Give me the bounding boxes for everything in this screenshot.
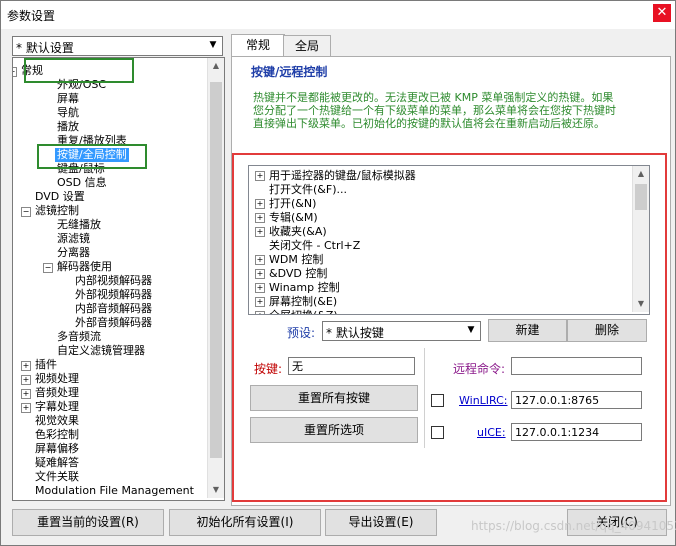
collapse-icon[interactable]: − (21, 207, 31, 217)
tree-item[interactable]: 源滤镜 (57, 232, 90, 246)
init-all-button[interactable]: 初始化所有设置(I) (169, 509, 321, 536)
tree-item[interactable]: 插件 (35, 358, 57, 372)
uice-checkbox[interactable] (431, 426, 444, 439)
tab-global[interactable]: 全局 (283, 35, 331, 56)
command-item[interactable]: WDM 控制 (269, 253, 323, 266)
tree-item[interactable]: 音频处理 (35, 386, 79, 400)
hotkey-label: 按键: (254, 362, 283, 376)
new-button[interactable]: 新建 (488, 319, 567, 342)
tree-scrollbar[interactable]: ▲ ▼ (207, 58, 224, 498)
expand-icon[interactable]: + (255, 213, 265, 223)
tree-item[interactable]: 自定义滤镜管理器 (57, 344, 145, 358)
tree-item[interactable]: 视觉效果 (35, 414, 79, 428)
tree-item[interactable]: 色彩控制 (35, 428, 79, 442)
expand-icon[interactable]: + (255, 269, 265, 279)
expand-icon[interactable]: + (255, 311, 265, 314)
divider (424, 348, 425, 448)
winlirc-address-input[interactable]: 127.0.0.1:8765 (511, 391, 642, 409)
expand-icon[interactable]: + (255, 297, 265, 307)
command-item[interactable]: 用于遥控器的键盘/鼠标模拟器 (269, 169, 416, 182)
expand-icon[interactable]: + (255, 283, 265, 293)
reset-current-button[interactable]: 重置当前的设置(R) (12, 509, 164, 536)
scroll-up-icon[interactable]: ▲ (633, 166, 649, 182)
key-preset-value: * 默认按键 (326, 326, 384, 340)
winlirc-link[interactable]: WinLIRC: (459, 394, 508, 407)
highlight-general (24, 58, 134, 83)
winlirc-checkbox[interactable] (431, 394, 444, 407)
tree-item[interactable]: Modulation File Management (35, 484, 194, 498)
tree-item[interactable]: 滤镜控制 (35, 204, 79, 218)
reset-all-keys-button[interactable]: 重置所有按键 (250, 385, 418, 411)
watermark: https://blog.csdn.net/qq_40941053 (471, 519, 676, 533)
tree-item[interactable]: 导航 (57, 106, 79, 120)
delete-button[interactable]: 删除 (567, 319, 647, 342)
tree-item[interactable]: 视频处理 (35, 372, 79, 386)
settings-tree[interactable]: −常规外观/OSC屏幕导航播放重复/播放列表按键/全局控制键盘/鼠标OSD 信息… (12, 57, 225, 501)
reset-selected-button[interactable]: 重置所选项 (250, 417, 418, 443)
chevron-down-icon[interactable]: ▼ (206, 38, 220, 52)
command-scrollbar[interactable]: ▲ ▼ (632, 166, 649, 312)
remote-command-input[interactable] (511, 357, 642, 375)
expand-icon[interactable]: + (255, 255, 265, 265)
key-preset-combo[interactable]: * 默认按键 ▼ (322, 321, 481, 341)
preset-combo-value: * 默认设置 (16, 41, 74, 55)
remote-command-label: 远程命令: (453, 362, 506, 376)
expand-icon[interactable]: + (255, 199, 265, 209)
command-item[interactable]: 关闭文件 - Ctrl+Z (269, 239, 360, 252)
tree-item[interactable]: 字幕处理 (35, 400, 79, 414)
command-item[interactable]: &DVD 控制 (269, 267, 327, 280)
scroll-down-icon[interactable]: ▼ (633, 296, 649, 312)
collapse-icon[interactable]: − (43, 263, 53, 273)
collapse-icon[interactable]: − (13, 67, 17, 77)
export-button[interactable]: 导出设置(E) (325, 509, 437, 536)
command-item[interactable]: 打开文件(&F)... (269, 183, 347, 196)
tree-item[interactable]: 多音频流 (57, 330, 101, 344)
uice-address-input[interactable]: 127.0.0.1:1234 (511, 423, 642, 441)
tree-item[interactable]: DVD 设置 (35, 190, 85, 204)
tree-item[interactable]: 文件关联 (35, 470, 79, 484)
expand-icon[interactable]: + (21, 375, 31, 385)
expand-icon[interactable]: + (21, 361, 31, 371)
scroll-down-icon[interactable]: ▼ (208, 482, 224, 498)
scroll-thumb[interactable] (210, 82, 222, 458)
uice-link[interactable]: uICE: (477, 426, 506, 439)
scroll-thumb[interactable] (635, 184, 647, 210)
chevron-down-icon[interactable]: ▼ (464, 323, 478, 337)
title-bar: 参数设置 ✕ (1, 1, 675, 29)
window-title: 参数设置 (7, 9, 56, 23)
tree-item[interactable]: 疑难解答 (35, 456, 79, 470)
tree-item[interactable]: 外部视频解码器 (75, 288, 152, 302)
tree-item[interactable]: 屏幕偏移 (35, 442, 79, 456)
tab-general[interactable]: 常规 (231, 34, 285, 57)
tree-item[interactable]: 内部视频解码器 (75, 274, 152, 288)
command-item[interactable]: 屏幕控制(&E) (269, 295, 337, 308)
tree-item[interactable]: 无缝播放 (57, 218, 101, 232)
command-item[interactable]: Winamp 控制 (269, 281, 340, 294)
group-title: 按键/远程控制 (251, 65, 328, 79)
key-preset-label: 预设: (287, 326, 316, 340)
expand-icon[interactable]: + (255, 227, 265, 237)
command-item[interactable]: 打开(&N) (269, 197, 316, 210)
hotkey-description: 热键并不是都能被更改的。无法更改已被 KMP 菜单强制定义的热键。如果您分配了一… (253, 91, 616, 130)
close-window-button[interactable]: ✕ (653, 4, 671, 22)
command-list[interactable]: + 用于遥控器的键盘/鼠标模拟器 打开文件(&F)... + 打开(&N) + 专辑(&M)… (248, 165, 650, 315)
tree-item[interactable]: 播放 (57, 120, 79, 134)
command-item[interactable]: 专辑(&M) (269, 211, 318, 224)
scroll-up-icon[interactable]: ▲ (208, 58, 224, 74)
settings-window: 参数设置 ✕ * 默认设置 ▼ −常规外观/OSC屏幕导航播放重复/播放列表按键… (0, 0, 676, 546)
tree-item[interactable]: 分离器 (57, 246, 90, 260)
command-item[interactable]: 收藏夹(&A) (269, 225, 327, 238)
tree-item[interactable]: OSD 信息 (57, 176, 107, 190)
tree-item[interactable]: 解码器使用 (57, 260, 112, 274)
hotkey-input[interactable]: 无 (288, 357, 415, 375)
expand-icon[interactable]: + (21, 389, 31, 399)
command-item[interactable]: 全屏切换(&Z) (269, 309, 338, 314)
tree-item[interactable]: 内部音频解码器 (75, 302, 152, 316)
expand-icon[interactable]: + (21, 403, 31, 413)
highlight-selected-item (37, 144, 147, 169)
tree-item[interactable]: 屏幕 (57, 92, 79, 106)
tree-item[interactable]: 外部音频解码器 (75, 316, 152, 330)
preset-combo[interactable]: * 默认设置 ▼ (12, 36, 223, 56)
expand-icon[interactable]: + (255, 171, 265, 181)
